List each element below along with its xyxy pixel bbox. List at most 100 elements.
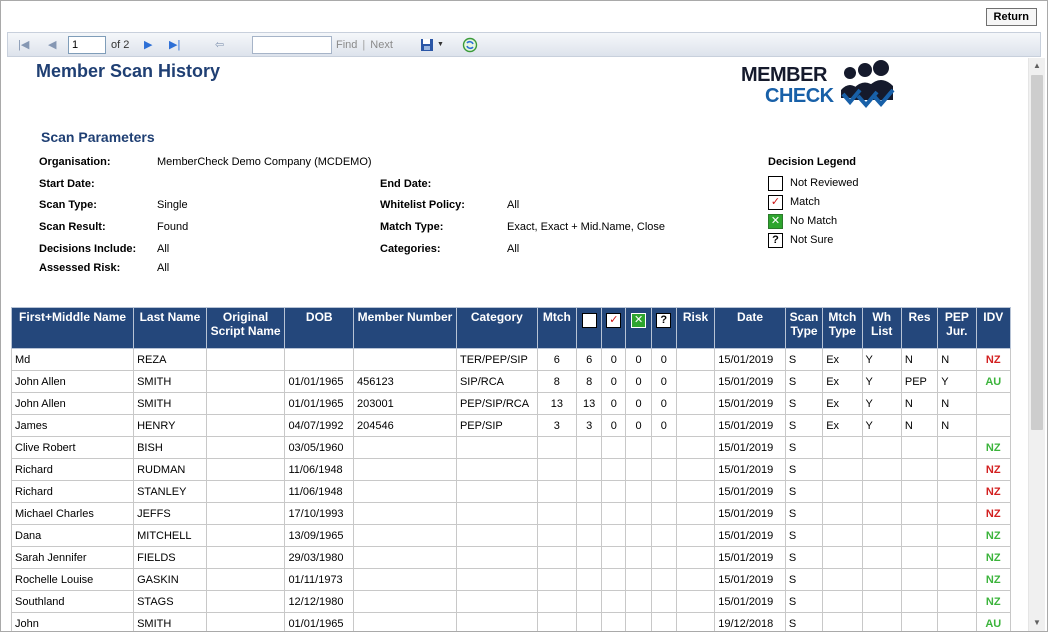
cell-original-script-name xyxy=(205,480,286,503)
param-label-end-date: End Date: xyxy=(380,178,432,190)
legend-not-reviewed: Not Reviewed xyxy=(768,175,858,191)
cell-original-script-name xyxy=(205,392,286,415)
cell-dob: 29/03/1980 xyxy=(284,546,355,569)
cell-no-match xyxy=(625,502,652,525)
page-number-input[interactable] xyxy=(68,35,106,54)
cell-not-sure xyxy=(650,590,677,613)
cell-mtch xyxy=(536,436,578,459)
col-not-reviewed xyxy=(576,307,603,349)
scrollbar-thumb[interactable] xyxy=(1031,75,1043,430)
find-input[interactable] xyxy=(252,35,332,54)
last-page-button[interactable]: ▶| xyxy=(169,33,180,56)
refresh-button[interactable] xyxy=(462,33,478,56)
cell-dob: 11/06/1948 xyxy=(284,458,355,481)
cell-last-name: RUDMAN xyxy=(133,458,207,481)
cell-match xyxy=(601,502,627,525)
cell-pep-jur: N xyxy=(937,414,977,437)
page-count: of 2 xyxy=(111,38,130,51)
last-page-icon: ▶| xyxy=(169,39,181,51)
cell-dob: 01/01/1965 xyxy=(284,612,355,631)
table-row[interactable]: Southland STAGS 12/12/1980 15/01/2019 S NZ xyxy=(10,590,1012,613)
cell-dob: 01/01/1965 xyxy=(284,370,355,393)
cell-original-script-name xyxy=(205,370,286,393)
cell-pep-jur xyxy=(937,612,977,631)
next-link[interactable]: Next xyxy=(370,39,393,51)
cell-scan-type: S xyxy=(784,524,824,547)
cell-risk xyxy=(675,414,716,437)
cell-wh-list xyxy=(861,458,902,481)
cell-original-script-name xyxy=(205,612,286,631)
return-button[interactable]: Return xyxy=(985,8,1037,26)
table-row[interactable]: Richard STANLEY 11/06/1948 15/01/2019 S NZ xyxy=(10,480,1012,503)
find-link[interactable]: Find xyxy=(336,39,357,51)
table-row[interactable]: Sarah Jennifer FIELDS 29/03/1980 15/01/2019… xyxy=(10,546,1012,569)
cell-original-script-name xyxy=(205,546,286,569)
cell-wh-list xyxy=(861,480,902,503)
not-reviewed-icon xyxy=(768,175,783,191)
table-row[interactable]: John Allen SMITH 01/01/1965 203001 PEP/SIP/R… xyxy=(10,392,1012,415)
membercheck-logo: MEMBER CHECK xyxy=(741,60,901,116)
table-row[interactable]: Md REZA TER/PEP/SIP 6 6 0 0 0 15/01/2019 S Ex Y N N NZ xyxy=(10,348,1012,371)
top-bar: Return xyxy=(1,1,1047,31)
prev-page-icon: ◀ xyxy=(48,39,57,51)
cell-last-name: FIELDS xyxy=(133,546,207,569)
cell-original-script-name xyxy=(205,348,286,371)
cell-mtch-type xyxy=(822,546,863,569)
scan-parameters-title: Scan Parameters xyxy=(41,129,155,145)
cell-idv xyxy=(975,414,1012,437)
cell-scan-type: S xyxy=(784,436,824,459)
export-button[interactable]: ▼ xyxy=(420,33,444,56)
cell-match xyxy=(601,546,627,569)
table-row[interactable]: Michael Charles JEFFS 17/10/1993 15/01/2019… xyxy=(10,502,1012,525)
cell-res xyxy=(900,612,939,631)
cell-risk xyxy=(675,502,716,525)
table-row[interactable]: Rochelle Louise GASKIN 01/11/1973 15/01/201… xyxy=(10,568,1012,591)
back-button[interactable]: ⇦ xyxy=(215,33,224,56)
table-row[interactable]: Dana MITCHELL 13/09/1965 15/01/2019 S NZ xyxy=(10,524,1012,547)
cell-match xyxy=(601,480,627,503)
cell-member-number xyxy=(353,568,457,591)
cell-original-script-name xyxy=(205,458,286,481)
cell-res: N xyxy=(900,348,939,371)
export-save-icon xyxy=(421,38,433,51)
table-row[interactable]: John Allen SMITH 01/01/1965 456123 SIP/RCA 8 8… xyxy=(10,370,1012,393)
prev-page-button[interactable]: ◀ xyxy=(48,33,56,56)
cell-mtch-type xyxy=(822,480,863,503)
vertical-scrollbar[interactable]: ▲ ▼ xyxy=(1028,58,1045,631)
first-page-button[interactable]: |◀ xyxy=(18,33,29,56)
scroll-up-icon[interactable]: ▲ xyxy=(1029,58,1045,74)
next-page-button[interactable]: ▶ xyxy=(144,33,152,56)
cell-risk xyxy=(675,436,716,459)
cell-date: 15/01/2019 xyxy=(714,414,786,437)
cell-pep-jur xyxy=(937,546,977,569)
scan-results-table: First+Middle Name Last Name Original Scr… xyxy=(10,307,1012,631)
cell-dob: 12/12/1980 xyxy=(284,590,355,613)
table-row[interactable]: Clive Robert BISH 03/05/1960 15/01/2019 S NZ xyxy=(10,436,1012,459)
match-check-icon: ✓ xyxy=(606,313,622,328)
cell-no-match xyxy=(625,436,652,459)
cell-category xyxy=(455,480,538,503)
cell-last-name: STANLEY xyxy=(133,480,207,503)
cell-scan-type: S xyxy=(784,480,824,503)
cell-wh-list xyxy=(861,502,902,525)
cell-no-match xyxy=(625,590,652,613)
cell-original-script-name xyxy=(205,502,286,525)
cell-risk xyxy=(675,568,716,591)
col-original-script-name: Original Script Name xyxy=(205,307,286,349)
cell-wh-list: Y xyxy=(861,348,902,371)
table-row[interactable]: John SMITH 01/01/1965 19/12/2018 S AU xyxy=(10,612,1012,631)
cell-first-middle-name: Md xyxy=(10,348,135,371)
col-category: Category xyxy=(455,307,538,349)
cell-date: 15/01/2019 xyxy=(714,348,786,371)
cell-scan-type: S xyxy=(784,392,824,415)
cell-mtch: 13 xyxy=(536,392,578,415)
scroll-down-icon[interactable]: ▼ xyxy=(1029,615,1045,631)
table-row[interactable]: James HENRY 04/07/1992 204546 PEP/SIP 3 3 0 0 0 15… xyxy=(10,414,1012,437)
cell-not-sure xyxy=(650,436,677,459)
no-match-x-icon: ✕ xyxy=(768,213,783,229)
cell-dob: 11/06/1948 xyxy=(284,480,355,503)
table-row[interactable]: Richard RUDMAN 11/06/1948 15/01/2019 S NZ xyxy=(10,458,1012,481)
next-page-icon: ▶ xyxy=(144,39,153,51)
cell-idv xyxy=(975,392,1012,415)
cell-no-match: 0 xyxy=(625,414,652,437)
